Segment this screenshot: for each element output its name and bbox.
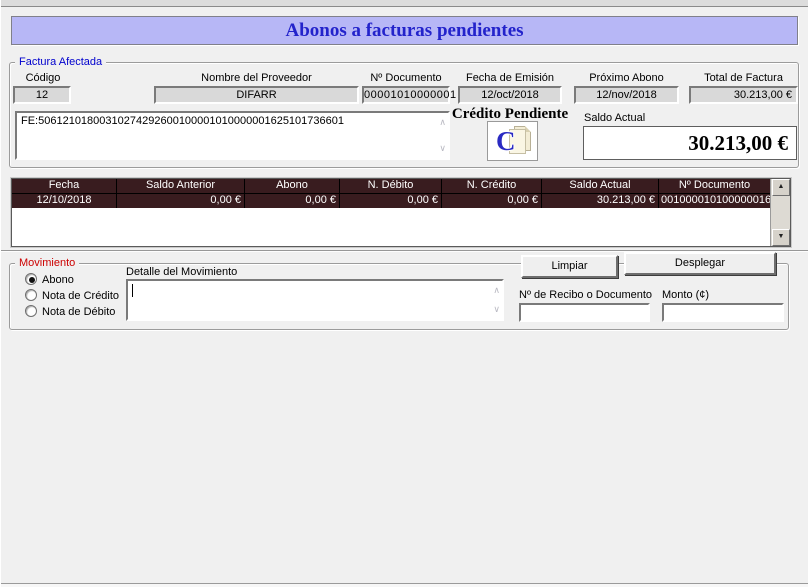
radio-nota-credito[interactable] xyxy=(25,289,37,301)
credito-c-icon: C xyxy=(496,125,516,157)
movimiento-group-label: Movimiento xyxy=(15,257,79,269)
window-top-edge xyxy=(1,0,808,7)
saldo-actual-value: 30.213,00 € xyxy=(583,126,797,160)
num-documento-field: 00001010000001 xyxy=(362,86,450,104)
total-factura-field: 30.213,00 € xyxy=(689,86,798,104)
clave-electronica-text: FE:5061210180031027429260010000101000000… xyxy=(21,115,344,127)
limpiar-button[interactable]: Limpiar xyxy=(521,255,618,278)
cell-abono: 0,00 € xyxy=(245,194,340,208)
movimientos-table: Fecha Saldo Anterior Abono N. Débito N. … xyxy=(11,178,791,247)
column-header-fecha: Fecha xyxy=(12,179,117,193)
radio-nota-debito[interactable] xyxy=(25,305,37,317)
scrollbar-down-icon[interactable]: ▼ xyxy=(772,229,790,246)
proximo-abono-field: 12/nov/2018 xyxy=(574,86,679,104)
total-factura-label: Total de Factura xyxy=(689,72,798,84)
recibo-documento-label: Nº de Recibo o Documento xyxy=(519,289,652,301)
cell-fecha: 12/10/2018 xyxy=(12,194,117,208)
fecha-emision-label: Fecha de Emisión xyxy=(458,72,562,84)
proveedor-label: Nombre del Proveedor xyxy=(154,72,359,84)
column-header-saldo-actual: Saldo Actual xyxy=(542,179,659,193)
num-documento-label: Nº Documento xyxy=(362,72,450,84)
monto-input[interactable] xyxy=(662,303,784,322)
codigo-field: 12 xyxy=(13,86,71,104)
scroll-up-icon[interactable]: ∧ xyxy=(493,286,500,295)
column-header-abono: Abono xyxy=(245,179,340,193)
table-row[interactable]: 12/10/2018 0,00 € 0,00 € 0,00 € 0,00 € 3… xyxy=(12,193,770,208)
recibo-documento-input[interactable] xyxy=(519,303,650,322)
proveedor-field: DIFARR xyxy=(154,86,359,104)
radio-nota-debito-label[interactable]: Nota de Débito xyxy=(42,306,115,319)
cell-n-debito: 0,00 € xyxy=(340,194,442,208)
proximo-abono-label: Próximo Abono xyxy=(574,72,679,84)
monto-label: Monto (¢) xyxy=(662,289,709,301)
text-caret xyxy=(132,284,133,297)
detalle-movimiento-textarea[interactable]: ∧ ∨ xyxy=(126,279,504,321)
detalle-movimiento-label: Detalle del Movimiento xyxy=(126,266,237,278)
scroll-down-icon[interactable]: ∨ xyxy=(439,144,446,153)
fecha-emision-field: 12/oct/2018 xyxy=(458,86,562,104)
table-header-row: Fecha Saldo Anterior Abono N. Débito N. … xyxy=(12,179,770,193)
app-window: Abonos a facturas pendientes Factura Afe… xyxy=(0,0,808,587)
window-bottom-edge xyxy=(1,583,808,587)
desplegar-button[interactable]: Desplegar xyxy=(624,252,776,275)
radio-nota-credito-label[interactable]: Nota de Crédito xyxy=(42,290,119,303)
clave-electronica-textarea[interactable]: FE:5061210180031027429260010000101000000… xyxy=(15,111,450,160)
codigo-label: Código xyxy=(13,72,73,84)
column-header-n-debito: N. Débito xyxy=(340,179,442,193)
scrollbar-up-icon[interactable]: ▲ xyxy=(772,179,790,196)
cell-saldo-actual: 30.213,00 € xyxy=(542,194,659,208)
column-header-saldo-anterior: Saldo Anterior xyxy=(117,179,245,193)
radio-abono[interactable] xyxy=(25,273,37,285)
column-header-n-credito: N. Crédito xyxy=(442,179,542,193)
radio-abono-label[interactable]: Abono xyxy=(42,274,74,287)
scroll-down-icon[interactable]: ∨ xyxy=(493,305,500,314)
scroll-up-icon[interactable]: ∧ xyxy=(439,118,446,127)
page-title: Abonos a facturas pendientes xyxy=(11,16,798,45)
cell-num-documento: 001000010100000016 xyxy=(659,194,770,208)
factura-afectada-group-label: Factura Afectada xyxy=(15,56,106,68)
table-scrollbar[interactable]: ▲ ▼ xyxy=(770,179,790,246)
column-header-num-documento: Nº Documento xyxy=(659,179,770,193)
credito-pendiente-button[interactable]: C xyxy=(487,121,538,161)
saldo-actual-label: Saldo Actual xyxy=(584,112,645,124)
cell-saldo-anterior: 0,00 € xyxy=(117,194,245,208)
cell-n-credito: 0,00 € xyxy=(442,194,542,208)
